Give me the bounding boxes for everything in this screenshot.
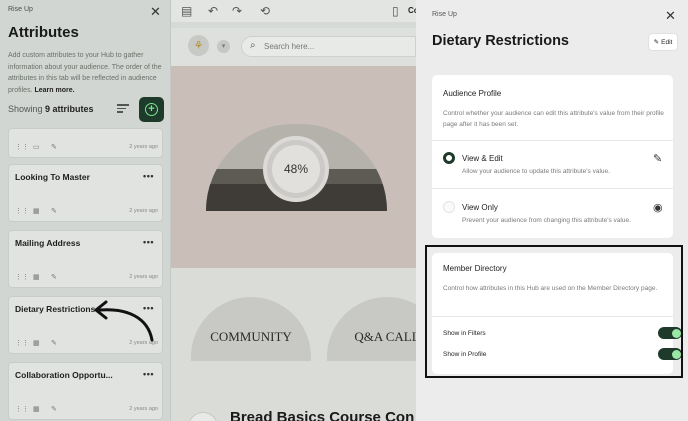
drag-handle-icon[interactable]: ⋮⋮ bbox=[15, 339, 29, 347]
card-footer: ⋮⋮ ▦ ✎ 2 years ago bbox=[15, 405, 158, 415]
option-sub: Allow your audience to update this attri… bbox=[462, 168, 610, 175]
option-label: View & Edit bbox=[462, 154, 503, 163]
plus-icon: + bbox=[145, 103, 158, 116]
attribute-title: Dietary Restrictions bbox=[432, 33, 569, 49]
highlight-box bbox=[425, 245, 683, 378]
card-footer: ⋮⋮ ▦ ✎ 2 years ago bbox=[15, 207, 158, 217]
grid-icon: ▦ bbox=[33, 340, 40, 347]
attribute-card[interactable]: Mailing Address ••• ⋮⋮ ▦ ✎ 2 years ago bbox=[8, 230, 163, 288]
learn-more-link[interactable]: Learn more. bbox=[34, 87, 74, 94]
hub-preview: ▤ ↶ ↷ ⟲ ▯ Co ⚘ ▾ ⌕ Search here... 48% CO… bbox=[171, 0, 416, 421]
redo-icon[interactable]: ↷ bbox=[232, 4, 242, 18]
showing-count: 9 attributes bbox=[45, 104, 94, 114]
divider bbox=[432, 140, 673, 141]
panel-description: Add custom attributes to your Hub to gat… bbox=[8, 50, 164, 96]
card-footer: ⋮⋮ ▭ ✎ 2 years ago bbox=[15, 143, 158, 153]
attribute-card[interactable]: Looking To Master ••• ⋮⋮ ▦ ✎ 2 years ago bbox=[8, 164, 163, 222]
pencil-icon: ✎ bbox=[653, 39, 660, 46]
section-title: Audience Profile bbox=[443, 89, 502, 98]
progress-value: 48% bbox=[272, 145, 320, 193]
more-icon[interactable]: ••• bbox=[143, 237, 154, 247]
audience-profile-card: Audience Profile Control whether your au… bbox=[432, 75, 673, 238]
hub-header: ⚘ ▾ ⌕ Search here... bbox=[171, 28, 416, 66]
more-icon[interactable]: ••• bbox=[143, 369, 154, 379]
annotation-arrow-icon bbox=[94, 300, 154, 342]
updated-ago: 2 years ago bbox=[129, 144, 158, 150]
radio-selected[interactable] bbox=[443, 152, 455, 164]
hero-section: 48% bbox=[171, 66, 416, 268]
editor-toolbar: ▤ ↶ ↷ ⟲ ▯ Co bbox=[171, 0, 416, 22]
pencil-icon[interactable]: ✎ bbox=[51, 405, 57, 413]
updated-ago: 2 years ago bbox=[129, 208, 158, 214]
attribute-title: Collaboration Opportu... bbox=[15, 370, 113, 380]
eye-icon: ◉ bbox=[653, 202, 663, 214]
history-icon[interactable]: ⟲ bbox=[260, 4, 270, 18]
section-description: Control whether your audience can edit t… bbox=[443, 110, 664, 128]
grid-icon: ▦ bbox=[33, 208, 40, 215]
drag-handle-icon[interactable]: ⋮⋮ bbox=[15, 143, 29, 151]
attributes-panel: Rise Up ✕ Attributes Add custom attribut… bbox=[0, 0, 171, 421]
edit-label: Edit bbox=[661, 38, 673, 46]
add-attribute-button[interactable]: + bbox=[139, 97, 164, 122]
progress-ring: 48% bbox=[263, 136, 329, 202]
toolbar-label-truncated[interactable]: Co bbox=[408, 6, 416, 15]
pencil-icon[interactable]: ✎ bbox=[51, 273, 57, 281]
attribute-card[interactable]: Collaboration Opportu... ••• ⋮⋮ ▦ ✎ 2 ye… bbox=[8, 362, 163, 420]
pencil-icon[interactable]: ✎ bbox=[51, 207, 57, 215]
hub-logo[interactable]: ⚘ bbox=[188, 35, 209, 56]
brand-label: Rise Up bbox=[432, 11, 457, 18]
tile-label: Q&A CALL bbox=[354, 329, 416, 344]
drag-handle-icon[interactable]: ⋮⋮ bbox=[15, 405, 29, 413]
close-icon[interactable]: ✕ bbox=[665, 8, 676, 24]
clipboard-icon[interactable]: ▯ bbox=[392, 4, 399, 18]
more-icon[interactable]: ••• bbox=[143, 171, 154, 181]
chevron-down-icon[interactable]: ▾ bbox=[217, 40, 230, 53]
drag-handle-icon[interactable]: ⋮⋮ bbox=[15, 273, 29, 281]
search-placeholder: Search here... bbox=[264, 42, 315, 51]
search-bar[interactable]: ⌕ Search here... bbox=[241, 36, 416, 57]
attribute-title: Mailing Address bbox=[15, 238, 81, 248]
grid-icon: ▦ bbox=[33, 274, 40, 281]
updated-ago: 2 years ago bbox=[129, 274, 158, 280]
attribute-title: Looking To Master bbox=[15, 172, 90, 182]
attribute-count: Showing 9 attributes bbox=[8, 104, 94, 114]
option-label: View Only bbox=[462, 203, 498, 212]
description-text: Add custom attributes to your Hub to gat… bbox=[8, 52, 162, 94]
course-title[interactable]: Bread Basics Course Con bbox=[230, 409, 414, 421]
attribute-card[interactable]: ⋮⋮ ▭ ✎ 2 years ago bbox=[8, 128, 163, 158]
sort-icon[interactable] bbox=[117, 102, 129, 114]
pencil-icon: ✎ bbox=[653, 153, 663, 165]
pencil-icon[interactable]: ✎ bbox=[51, 143, 57, 151]
option-sub: Prevent your audience from changing this… bbox=[462, 217, 631, 224]
type-icon: ▭ bbox=[33, 144, 40, 151]
panel-title: Attributes bbox=[8, 24, 79, 41]
edit-button[interactable]: ✎ Edit bbox=[648, 33, 678, 51]
undo-icon[interactable]: ↶ bbox=[208, 4, 218, 18]
layout-icon[interactable]: ▤ bbox=[181, 4, 192, 18]
pencil-icon[interactable]: ✎ bbox=[51, 339, 57, 347]
brand-label: Rise Up bbox=[8, 6, 33, 13]
radio-unselected[interactable] bbox=[443, 201, 455, 213]
drag-handle-icon[interactable]: ⋮⋮ bbox=[15, 207, 29, 215]
close-icon[interactable]: ✕ bbox=[150, 4, 161, 20]
tile-label: COMMUNITY bbox=[210, 329, 292, 344]
updated-ago: 2 years ago bbox=[129, 406, 158, 412]
card-footer: ⋮⋮ ▦ ✎ 2 years ago bbox=[15, 273, 158, 283]
search-icon: ⌕ bbox=[250, 40, 256, 51]
showing-prefix: Showing bbox=[8, 104, 43, 114]
divider bbox=[432, 188, 673, 189]
grid-icon: ▦ bbox=[33, 406, 40, 413]
